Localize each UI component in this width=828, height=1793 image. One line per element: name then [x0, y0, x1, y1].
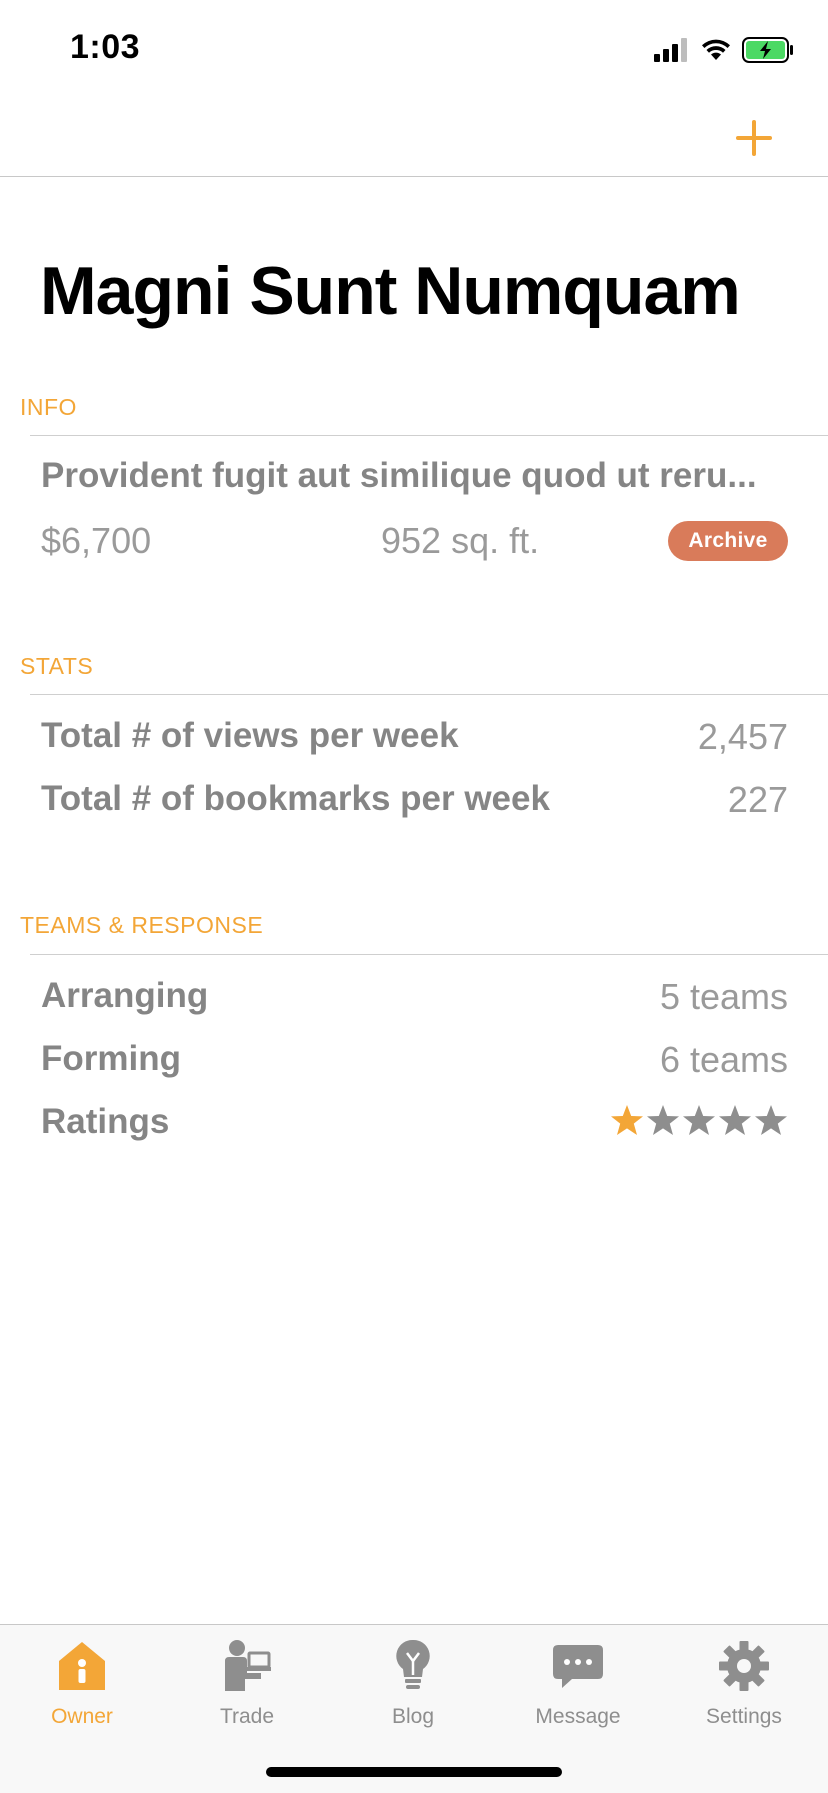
- star-empty-icon: [683, 1105, 715, 1135]
- plus-icon: [736, 120, 772, 156]
- stat-value-bookmarks: 227: [727, 779, 788, 820]
- listing-description: Provident fugit aut similique quod ut re…: [41, 456, 757, 495]
- status-time: 1:03: [70, 28, 141, 66]
- listing-area: 952 sq. ft.: [381, 520, 540, 561]
- tab-label: Trade: [219, 1705, 275, 1728]
- listing-price: $6,700: [41, 520, 152, 561]
- cellular-signal-icon: [654, 38, 687, 62]
- star-empty-icon: [647, 1105, 679, 1135]
- ratings-label: Ratings: [41, 1102, 170, 1141]
- person-laptop-icon: [225, 1640, 271, 1691]
- status-icons: [654, 36, 794, 64]
- house-icon: [59, 1642, 105, 1690]
- tab-owner[interactable]: Owner: [7, 1639, 157, 1739]
- team-label-arranging: Arranging: [41, 976, 209, 1015]
- tab-label: Blog: [391, 1705, 435, 1728]
- battery-charging-icon: [742, 37, 793, 63]
- rating-stars: [610, 1104, 788, 1138]
- tab-label: Owner: [51, 1705, 113, 1728]
- tab-settings[interactable]: Settings: [669, 1639, 819, 1739]
- team-label-forming: Forming: [41, 1039, 181, 1078]
- tab-label: Settings: [706, 1705, 782, 1728]
- tab-label: Message: [535, 1705, 621, 1728]
- team-value-forming: 6 teams: [659, 1039, 788, 1080]
- stat-label-views: Total # of views per week: [41, 716, 459, 755]
- navigation-bar: [0, 100, 828, 177]
- stat-label-bookmarks: Total # of bookmarks per week: [41, 779, 550, 818]
- tab-blog[interactable]: Blog: [338, 1639, 488, 1739]
- wifi-icon: [702, 39, 730, 60]
- section-header-info: INFO: [20, 394, 77, 420]
- lightbulb-icon: [396, 1639, 430, 1689]
- tab-bar: Owner Trade Blog Message Settings: [0, 1624, 828, 1793]
- section-divider: [30, 694, 828, 695]
- stat-value-views: 2,457: [697, 716, 788, 757]
- section-divider: [30, 954, 828, 955]
- home-indicator: [266, 1767, 562, 1777]
- team-value-arranging: 5 teams: [659, 976, 788, 1017]
- status-bar: 1:03: [0, 0, 828, 100]
- gear-icon: [719, 1641, 769, 1691]
- star-filled-icon: [611, 1105, 643, 1135]
- archive-button[interactable]: Archive: [668, 521, 788, 561]
- page-title: Magni Sunt Numquam: [40, 253, 741, 329]
- star-empty-icon: [719, 1105, 751, 1135]
- chat-bubble-icon: [553, 1645, 603, 1688]
- section-header-stats: STATS: [20, 653, 94, 679]
- tab-message[interactable]: Message: [503, 1639, 653, 1739]
- star-empty-icon: [755, 1105, 787, 1135]
- add-button[interactable]: [726, 110, 782, 166]
- tab-trade[interactable]: Trade: [172, 1639, 322, 1739]
- section-divider: [30, 435, 828, 436]
- section-header-teams: TEAMS & RESPONSE: [20, 912, 264, 938]
